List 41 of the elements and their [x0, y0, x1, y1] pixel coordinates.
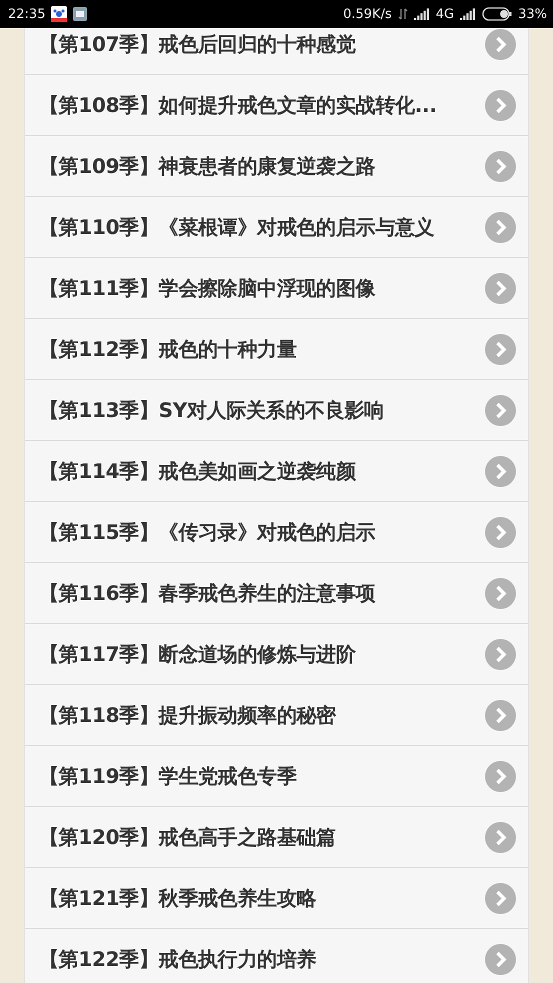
chevron-right-icon	[485, 760, 516, 792]
chevron-right-icon	[485, 394, 516, 426]
signal-icon	[414, 8, 430, 20]
network-speed: 0.59K/s	[343, 6, 392, 22]
list-item[interactable]: 【第120季】戒色高手之路基础篇	[25, 807, 528, 868]
list-item[interactable]: 【第121季】秋季戒色养生攻略	[25, 868, 528, 929]
signal-icon	[460, 8, 476, 20]
battery-percent: 33%	[518, 6, 547, 22]
chevron-right-icon	[485, 272, 516, 304]
list-item[interactable]: 【第110季】《菜根谭》对戒色的启示与意义	[25, 197, 528, 258]
list-item[interactable]: 【第107季】戒色后回归的十种感觉	[25, 28, 528, 75]
chevron-right-icon	[485, 822, 516, 852]
chevron-right-icon	[485, 700, 516, 730]
paw-app-icon	[51, 6, 68, 22]
list-item[interactable]: 【第108季】如何提升戒色文章的实战转化...	[25, 75, 528, 136]
network-type: 4G	[436, 6, 454, 22]
list-item[interactable]: 【第112季】戒色的十种力量	[25, 319, 528, 380]
chevron-right-icon	[485, 90, 516, 120]
data-arrows-icon	[398, 8, 408, 20]
list-item[interactable]: 【第117季】断念道场的修炼与进阶	[25, 624, 528, 685]
list-item[interactable]: 【第114季】戒色美如画之逆袭纯颜	[25, 441, 528, 502]
list-item[interactable]: 【第115季】《传习录》对戒色的启示	[25, 502, 528, 563]
list-item[interactable]: 【第122季】戒色执行力的培养	[25, 929, 528, 983]
list-item[interactable]: 【第119季】学生党戒色专季	[25, 746, 528, 807]
notepad-icon	[73, 7, 88, 21]
chevron-right-icon	[485, 944, 516, 974]
chevron-right-icon	[485, 334, 516, 364]
chevron-right-icon	[485, 456, 516, 486]
list-item[interactable]: 【第118季】提升振动频率的秘密	[25, 685, 528, 746]
list-item[interactable]: 【第111季】学会擦除脑中浮现的图像	[25, 258, 528, 319]
chevron-right-icon	[485, 212, 516, 242]
list-item[interactable]: 【第113季】SY对人际关系的不良影响	[25, 380, 528, 441]
chevron-right-icon	[485, 150, 516, 182]
chevron-right-icon	[485, 516, 516, 548]
clock: 22:35	[8, 6, 46, 22]
chevron-right-icon	[485, 578, 516, 608]
list-item[interactable]: 【第109季】神衰患者的康复逆袭之路	[25, 136, 528, 197]
chevron-right-icon	[485, 638, 516, 670]
chevron-right-icon	[485, 882, 516, 914]
battery-icon	[482, 7, 512, 21]
list-item[interactable]: 【第116季】春季戒色养生的注意事项	[25, 563, 528, 624]
